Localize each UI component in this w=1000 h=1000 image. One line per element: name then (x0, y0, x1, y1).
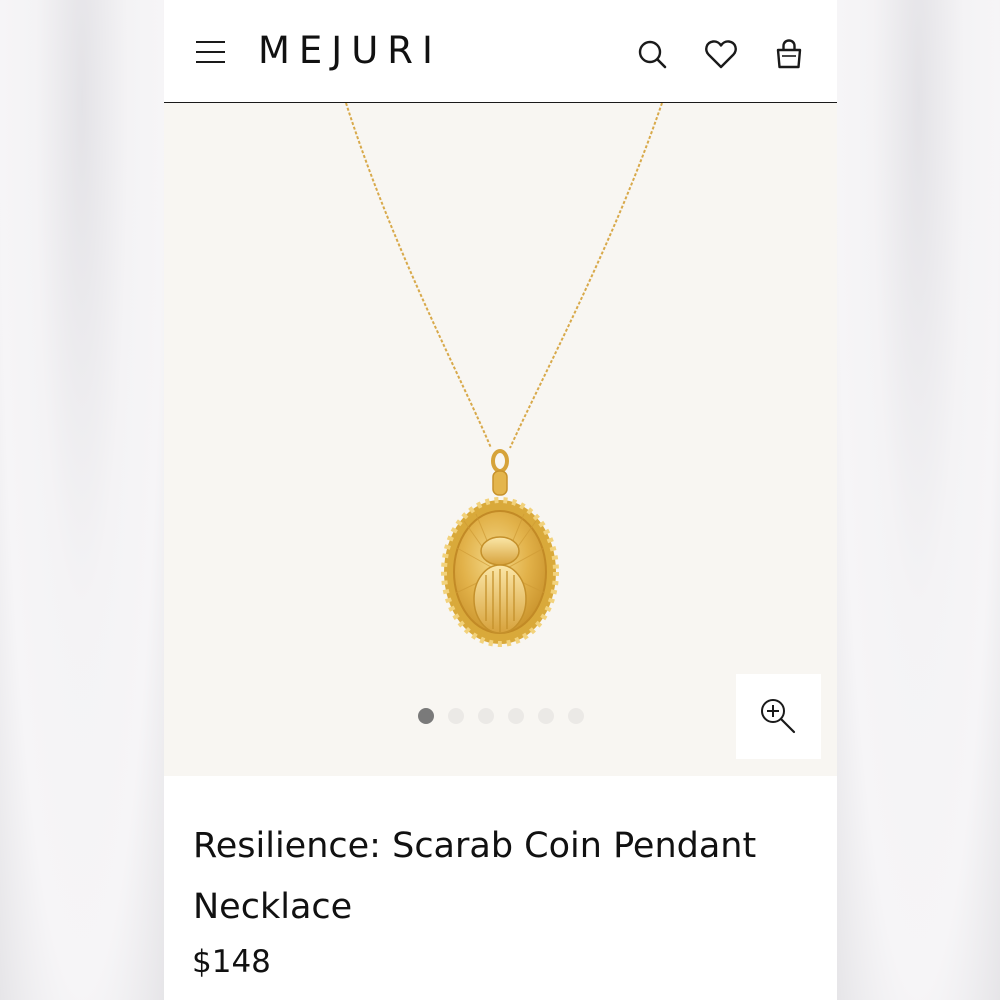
menu-icon[interactable] (196, 38, 226, 68)
carousel-dot[interactable] (568, 708, 584, 724)
site-header: MEJURI (164, 0, 837, 103)
background-right (837, 0, 1000, 1000)
zoom-button[interactable] (736, 674, 821, 759)
product-price: $148 (192, 944, 271, 980)
heart-icon[interactable] (703, 36, 739, 72)
carousel-dot[interactable] (418, 708, 434, 724)
carousel-dot[interactable] (478, 708, 494, 724)
carousel-dot[interactable] (448, 708, 464, 724)
brand-logo[interactable]: MEJURI (258, 26, 442, 76)
carousel-dot[interactable] (538, 708, 554, 724)
background-left (0, 0, 164, 1000)
product-title: Resilience: Scarab Coin Pendant Necklace (193, 826, 757, 927)
product-image-gallery[interactable] (164, 103, 837, 776)
shopping-bag-icon[interactable] (771, 36, 807, 72)
search-icon[interactable] (635, 36, 671, 72)
zoom-in-icon (761, 699, 796, 734)
mobile-page: MEJURI Resilience: Scarab Coin Pendant N… (164, 0, 837, 1000)
carousel-dot[interactable] (508, 708, 524, 724)
